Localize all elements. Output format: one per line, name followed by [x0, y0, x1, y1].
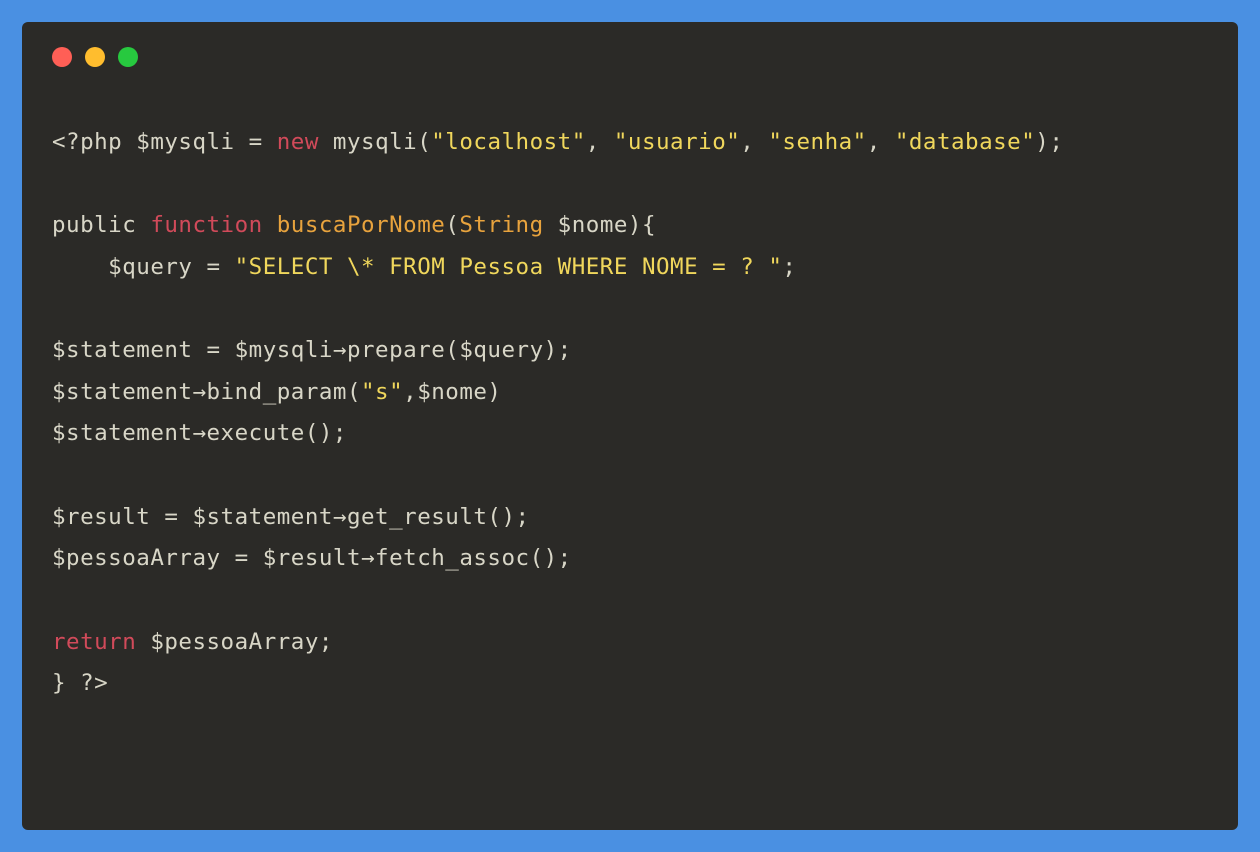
- code-token: "usuario": [614, 129, 740, 155]
- code-token: mysqli(: [319, 129, 431, 155]
- traffic-lights: [52, 47, 1208, 67]
- code-window: <?php $mysqli = new mysqli("localhost", …: [22, 22, 1238, 830]
- code-token: ;: [782, 254, 796, 280]
- code-line-10: $result = $statement→get_result();: [52, 504, 530, 530]
- minimize-icon[interactable]: [85, 47, 105, 67]
- code-token: (: [445, 212, 459, 238]
- code-token: "s": [361, 379, 403, 405]
- code-token: return: [52, 629, 136, 655]
- code-token: $statement = $mysqli→prepare($query);: [52, 337, 572, 363]
- code-token: "database": [895, 129, 1035, 155]
- code-block: <?php $mysqli = new mysqli("localhost", …: [52, 122, 1208, 705]
- code-token: [263, 212, 277, 238]
- code-token: $statement→bind_param(: [52, 379, 361, 405]
- code-token: String: [459, 212, 543, 238]
- code-token: ,$nome): [403, 379, 501, 405]
- code-token: buscaPorNome: [277, 212, 446, 238]
- code-line-7: $statement→bind_param("s",$nome): [52, 379, 501, 405]
- code-line-3: public function buscaPorNome(String $nom…: [52, 212, 656, 238]
- code-line-6: $statement = $mysqli→prepare($query);: [52, 337, 572, 363]
- code-line-11: $pessoaArray = $result→fetch_assoc();: [52, 545, 572, 571]
- code-token: $pessoaArray = $result→fetch_assoc();: [52, 545, 572, 571]
- code-token: function: [150, 212, 262, 238]
- code-token: );: [1035, 129, 1063, 155]
- code-token: ,: [586, 129, 614, 155]
- code-line-4: $query = "SELECT \* FROM Pessoa WHERE NO…: [52, 254, 796, 280]
- code-line-14: } ?>: [52, 670, 108, 696]
- code-line-13: return $pessoaArray;: [52, 629, 333, 655]
- code-token: "senha": [768, 129, 866, 155]
- code-token: $pessoaArray;: [136, 629, 333, 655]
- maximize-icon[interactable]: [118, 47, 138, 67]
- close-icon[interactable]: [52, 47, 72, 67]
- code-token: <?php $mysqli =: [52, 129, 277, 155]
- code-token: } ?>: [52, 670, 108, 696]
- code-line-1: <?php $mysqli = new mysqli("localhost", …: [52, 129, 1063, 155]
- code-token: public: [52, 212, 150, 238]
- code-token: $statement→execute();: [52, 420, 347, 446]
- code-line-8: $statement→execute();: [52, 420, 347, 446]
- code-token: $query =: [52, 254, 235, 280]
- code-token: $result = $statement→get_result();: [52, 504, 530, 530]
- code-token: "SELECT \* FROM Pessoa WHERE NOME = ? ": [235, 254, 783, 280]
- code-token: new: [277, 129, 319, 155]
- code-token: ,: [867, 129, 895, 155]
- code-token: "localhost": [431, 129, 586, 155]
- code-token: ,: [740, 129, 768, 155]
- code-token: $nome){: [544, 212, 656, 238]
